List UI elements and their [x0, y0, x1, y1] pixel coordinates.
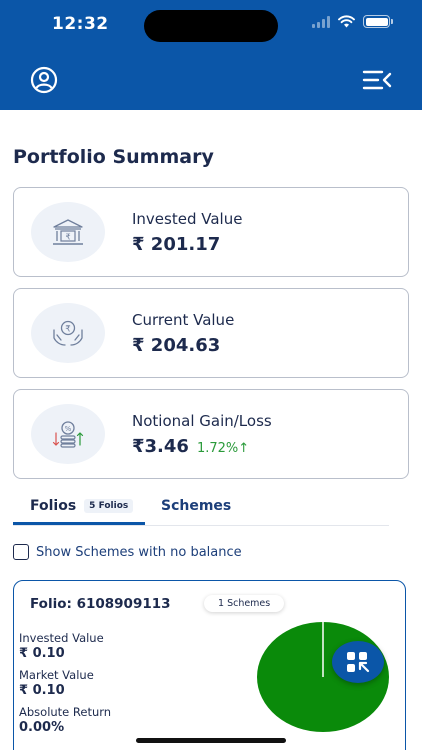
svg-text:%: %: [65, 425, 72, 433]
folio-count-badge: 5 Folios: [84, 499, 134, 513]
notional-gain-amount: ₹3.46 1.72%↑: [132, 436, 249, 457]
notional-gain-card: % Notional Gain/Loss ₹3.46 1.72%↑: [13, 389, 409, 479]
folio-return-label: Absolute Return: [19, 705, 112, 719]
gain-percent: 1.72%↑: [196, 441, 250, 456]
user-circle-icon[interactable]: [30, 66, 58, 94]
dynamic-island: [144, 10, 278, 42]
folio-market-label: Market Value: [19, 668, 94, 682]
hands-rupee-coin-icon: ₹: [31, 303, 105, 363]
status-bar: 12:32: [0, 0, 422, 52]
menu-collapse-icon[interactable]: [362, 68, 392, 92]
notional-gain-value: ₹3.46: [132, 436, 189, 457]
zero-balance-checkbox[interactable]: [13, 544, 29, 560]
scheme-count-badge: 1 Schemes: [204, 595, 285, 612]
svg-text:₹: ₹: [65, 325, 70, 335]
invested-value-amount: ₹ 201.17: [132, 234, 221, 255]
folio-return-value: 0.00%: [19, 720, 65, 735]
active-tab-indicator: [13, 522, 145, 525]
folio-invested-value: ₹ 0.10: [19, 646, 65, 661]
tab-schemes[interactable]: Schemes: [161, 498, 231, 514]
battery-icon: [363, 15, 393, 28]
status-icons: [312, 15, 393, 28]
app-header: 12:32: [0, 0, 422, 110]
current-value-label: Current Value: [132, 311, 235, 329]
show-zero-balance-filter[interactable]: Show Schemes with no balance: [13, 544, 242, 560]
zero-balance-label: Show Schemes with no balance: [36, 544, 242, 560]
bank-rupee-icon: ₹: [31, 202, 105, 262]
folio-market-value: ₹ 0.10: [19, 683, 65, 698]
cellular-signal-icon: [312, 15, 330, 28]
status-time: 12:32: [52, 14, 109, 34]
tab-folios-label: Folios: [30, 498, 77, 514]
folio-invested-label: Invested Value: [19, 631, 104, 645]
home-indicator: [136, 738, 286, 743]
notional-gain-label: Notional Gain/Loss: [132, 412, 272, 430]
coins-percent-icon: %: [31, 404, 105, 464]
tab-folios[interactable]: Folios 5 Folios: [30, 498, 134, 514]
current-value-card: ₹ Current Value ₹ 204.63: [13, 288, 409, 378]
qr-scan-button[interactable]: [332, 641, 384, 683]
svg-text:₹: ₹: [65, 233, 70, 242]
qr-scan-icon: [347, 652, 370, 673]
wifi-icon: [338, 15, 355, 28]
page-title: Portfolio Summary: [13, 146, 214, 168]
invested-value-label: Invested Value: [132, 210, 243, 228]
current-value-amount: ₹ 204.63: [132, 335, 221, 356]
folio-tabs: Folios 5 Folios Schemes: [13, 494, 389, 526]
folio-number: Folio: 6108909113: [30, 596, 171, 612]
invested-value-card: ₹ Invested Value ₹ 201.17: [13, 187, 409, 277]
